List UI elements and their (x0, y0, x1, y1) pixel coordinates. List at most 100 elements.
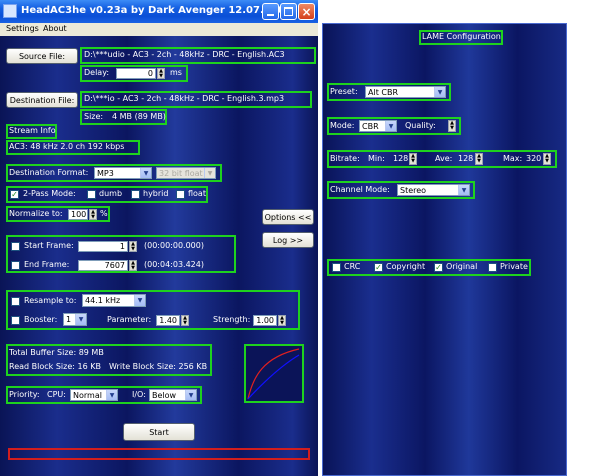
booster-label: Booster: (24, 315, 58, 324)
resample-label: Resample to: (24, 296, 77, 305)
spin-down-icon: ▼ (131, 246, 135, 252)
strength-label: Strength: (213, 315, 251, 324)
ave-spinner[interactable]: ▲ ▼ (475, 153, 483, 165)
private-label: Private (500, 262, 528, 271)
normalize-label: Normalize to: (9, 209, 63, 218)
cpu-priority-value: Normal (73, 390, 102, 400)
channel-mode-select[interactable]: Stereo ▼ (397, 184, 470, 196)
start-frame-input[interactable]: 1 (78, 241, 128, 252)
minimize-icon (267, 14, 274, 16)
resample-checkbox[interactable] (11, 297, 20, 306)
source-file-button[interactable]: Source File: (6, 48, 78, 64)
io-priority-select[interactable]: Below ▼ (149, 389, 197, 401)
chevron-down-icon: ▼ (204, 168, 215, 178)
max-spinner[interactable]: ▲ ▼ (543, 153, 551, 165)
start-frame-label: Start Frame: (24, 241, 74, 250)
options-button[interactable]: Options << (262, 209, 314, 225)
copyright-checkbox[interactable]: ✓ (374, 263, 383, 272)
io-priority-value: Below (152, 390, 177, 400)
spin-down-icon: ▼ (280, 320, 284, 326)
spin-down-icon: ▼ (159, 73, 163, 79)
min-spinner[interactable]: ▲ ▼ (409, 153, 417, 165)
strength-input[interactable]: 1.00 (253, 315, 277, 326)
two-pass-checkbox[interactable]: ✓ (10, 190, 19, 199)
bitrate-label: Bitrate: (330, 154, 360, 163)
window-title: HeadAC3he v0.23a by Dark Avenger 12.07.2… (21, 5, 292, 16)
start-button[interactable]: Start (123, 423, 195, 441)
mode-label: Mode: (330, 121, 355, 130)
start-frame-spinner[interactable]: ▲ ▼ (129, 241, 137, 252)
progress-bar (8, 448, 310, 460)
resample-select[interactable]: 44.1 kHz ▼ (82, 294, 146, 307)
end-frame-label: End Frame: (24, 260, 70, 269)
mode-select[interactable]: CBR ▼ (359, 120, 397, 132)
source-path: D:\***udio - AC3 - 2ch - 48kHz - DRC - E… (84, 50, 285, 59)
close-button[interactable]: × (298, 3, 315, 20)
hybrid-checkbox[interactable] (131, 190, 140, 199)
chevron-down-icon: ▼ (134, 295, 145, 306)
end-frame-checkbox[interactable] (11, 261, 20, 270)
min-label: Min: (368, 154, 385, 163)
end-frame-input[interactable]: 7607 (78, 260, 128, 271)
priority-label: Priority: (9, 390, 40, 399)
copyright-label: Copyright (386, 262, 426, 271)
end-frame-spinner[interactable]: ▲ ▼ (129, 260, 137, 271)
original-checkbox[interactable]: ✓ (434, 263, 443, 272)
end-frame-time: (00:04:03.424) (144, 260, 204, 269)
normalize-unit: % (100, 209, 108, 218)
ave-label: Ave: (435, 154, 453, 163)
max-label: Max: (503, 154, 523, 163)
delay-input[interactable]: 0 (116, 68, 156, 79)
bit-format-select[interactable]: 32 bit float ▼ (156, 167, 216, 179)
minimize-button[interactable] (262, 3, 279, 20)
spin-down-icon: ▼ (131, 265, 135, 271)
dest-format-value: MP3 (97, 168, 114, 178)
io-label: I/O: (132, 390, 146, 399)
maximize-button[interactable] (280, 3, 297, 20)
normalize-input[interactable]: 100 (68, 209, 88, 220)
normalize-spinner[interactable]: ▲ ▼ (89, 209, 97, 220)
crc-checkbox[interactable] (332, 263, 341, 272)
title-bar: HeadAC3he v0.23a by Dark Avenger 12.07.2… (0, 0, 318, 23)
log-button[interactable]: Log >> (262, 232, 314, 248)
app-icon (3, 4, 17, 18)
cpu-priority-select[interactable]: Normal ▼ (70, 389, 118, 401)
delay-spinner[interactable]: ▲ ▼ (157, 68, 165, 79)
two-pass-label: 2-Pass Mode: (23, 189, 76, 198)
crc-label: CRC (344, 262, 361, 271)
page-margin (570, 23, 600, 476)
min-value: 128 (393, 154, 409, 163)
parameter-input[interactable]: 1.40 (156, 315, 180, 326)
spin-down-icon: ▼ (183, 320, 187, 326)
booster-checkbox[interactable] (11, 316, 20, 325)
destination-path: D:\***io - AC3 - 2ch - 48kHz - DRC - Eng… (84, 94, 285, 103)
preset-select[interactable]: Alt CBR ▼ (365, 86, 446, 98)
spin-down-icon: ▼ (91, 214, 95, 220)
strength-spinner[interactable]: ▲ ▼ (278, 315, 286, 326)
ave-value: 128 (458, 154, 474, 163)
spin-down-icon: ▼ (477, 158, 481, 164)
destination-file-button[interactable]: Destination File: (6, 92, 78, 108)
size-label: Size: (84, 112, 104, 121)
preset-label: Preset: (330, 87, 358, 96)
spin-down-icon: ▼ (411, 158, 415, 164)
float-checkbox[interactable] (176, 190, 185, 199)
main-window: HeadAC3he v0.23a by Dark Avenger 12.07.2… (0, 0, 318, 476)
dumb-checkbox[interactable] (87, 190, 96, 199)
parameter-spinner[interactable]: ▲ ▼ (181, 315, 189, 326)
start-frame-checkbox[interactable] (11, 242, 20, 251)
private-checkbox[interactable] (488, 263, 497, 272)
stream-info-value: AC3: 48 kHz 2.0 ch 192 kbps (9, 142, 125, 151)
booster-select[interactable]: 1 ▼ (63, 313, 87, 326)
original-label: Original (446, 262, 478, 271)
dumb-label: dumb (99, 189, 123, 198)
menu-settings[interactable]: Settings (6, 23, 39, 35)
menu-about[interactable]: About (43, 23, 67, 35)
cpu-label: CPU: (47, 390, 66, 399)
lame-config-window: LAME Configuration Preset: Alt CBR ▼ Mod… (322, 23, 567, 476)
resample-value: 44.1 kHz (85, 296, 121, 305)
size-value: 4 MB (89 MB) (112, 112, 166, 121)
quality-spinner[interactable]: ▲ ▼ (448, 120, 456, 132)
max-value: 320 (526, 154, 542, 163)
dest-format-select[interactable]: MP3 ▼ (94, 167, 152, 179)
